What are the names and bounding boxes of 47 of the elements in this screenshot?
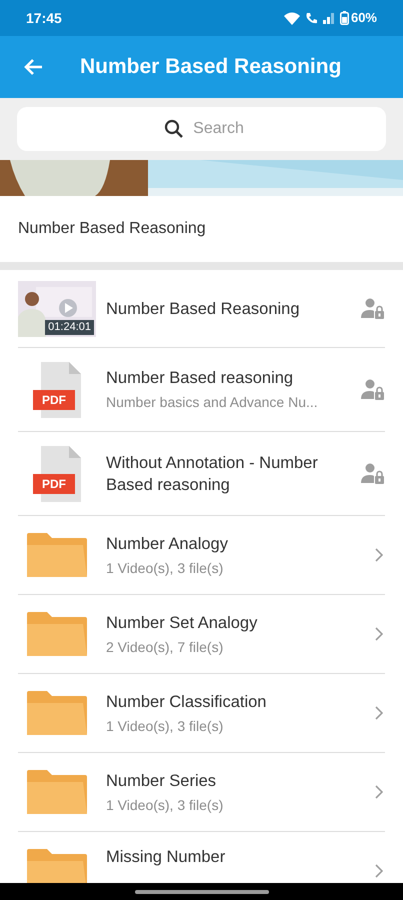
item-title: Number Set Analogy xyxy=(106,612,258,634)
pdf-label: PDF xyxy=(33,390,75,410)
chevron-right-icon xyxy=(375,627,383,641)
back-icon xyxy=(23,58,43,76)
chevron-right-icon xyxy=(375,864,383,878)
locked-user-icon xyxy=(361,298,385,320)
section-title: Number Based Reasoning xyxy=(18,219,206,239)
folder-icon xyxy=(27,770,87,814)
item-title: Number Analogy xyxy=(106,534,229,554)
chevron-right-icon xyxy=(375,548,383,562)
list-item[interactable]: Number Classification 1 Video(s), 3 file(s) xyxy=(18,674,385,753)
folder-icon xyxy=(27,533,87,577)
locked-user-icon xyxy=(361,378,385,400)
chevron-right-icon xyxy=(375,785,383,799)
chevron-right-icon xyxy=(375,706,383,720)
item-title: Number Based reasoning xyxy=(106,368,294,389)
item-subtitle: 2 Video(s), 7 file(s) xyxy=(106,638,224,656)
search-icon xyxy=(164,119,184,139)
list-item[interactable]: PDF Without Annotation - Number Based reasoning xyxy=(18,432,385,516)
battery-icon xyxy=(340,11,349,25)
home-indicator[interactable] xyxy=(134,890,268,894)
screen-title: Number Based Reasoning xyxy=(80,54,342,80)
folder-icon xyxy=(27,691,87,735)
item-title: Number Based Reasoning xyxy=(106,298,301,320)
video-duration: 01:24:01 xyxy=(45,320,94,334)
battery-level: 60% xyxy=(350,9,377,28)
item-subtitle: 1 Video(s), 3 file(s) xyxy=(106,796,224,814)
item-subtitle: Number basics and Advance Nu... xyxy=(106,393,319,412)
item-title: Number Classification xyxy=(106,692,268,712)
pdf-label: PDF xyxy=(33,474,75,494)
locked-user-icon xyxy=(361,462,385,484)
item-title: Number Series xyxy=(106,770,218,792)
folder-icon xyxy=(27,612,87,656)
list-item[interactable]: Number Set Analogy 2 Video(s), 7 file(s) xyxy=(18,595,385,674)
item-subtitle: 1 Video(s), 3 file(s) xyxy=(106,716,224,736)
item-title: Missing Number xyxy=(106,847,226,868)
list-item[interactable]: Number Analogy 1 Video(s), 3 file(s) xyxy=(18,516,385,595)
list-item[interactable]: Number Series 1 Video(s), 3 file(s) xyxy=(18,753,385,832)
status-time: 17:45 xyxy=(26,8,62,28)
list-item[interactable]: PDF Number Based reasoning Number basics and Advance Nu... xyxy=(18,348,385,432)
signal-icon xyxy=(322,12,335,24)
item-subtitle: 1 Video(s), 3 file(s) xyxy=(106,558,224,578)
list-item[interactable]: 01:24:01 Number Based Reasoning xyxy=(18,270,385,348)
item-title: Without Annotation - Number Based reasoning xyxy=(106,452,319,496)
search-field[interactable]: Search xyxy=(17,107,386,151)
wifi-icon xyxy=(284,12,300,24)
call-icon xyxy=(304,12,318,24)
